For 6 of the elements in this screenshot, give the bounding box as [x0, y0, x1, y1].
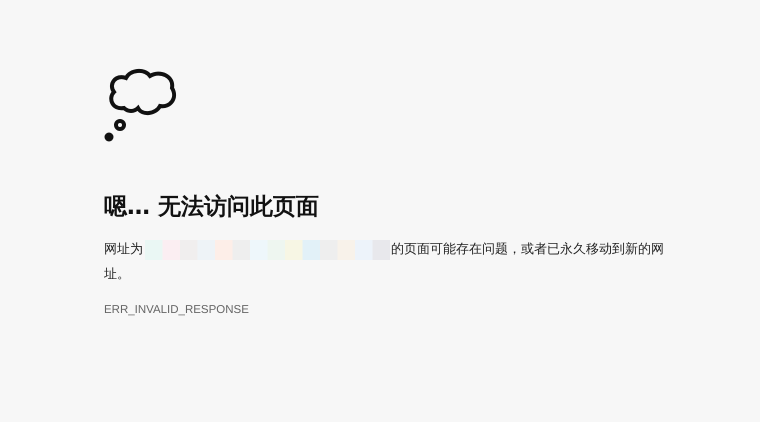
error-title: 嗯… 无法访问此页面	[104, 193, 320, 222]
error-code: ERR_INVALID_RESPONSE	[104, 304, 249, 316]
message-text: 址。	[104, 266, 130, 284]
thought-bubble-icon	[104, 68, 178, 144]
message-text: 的页面可能存在问题，或者已永久移动到新的网	[391, 241, 664, 259]
message-text: 网址为	[104, 241, 143, 259]
